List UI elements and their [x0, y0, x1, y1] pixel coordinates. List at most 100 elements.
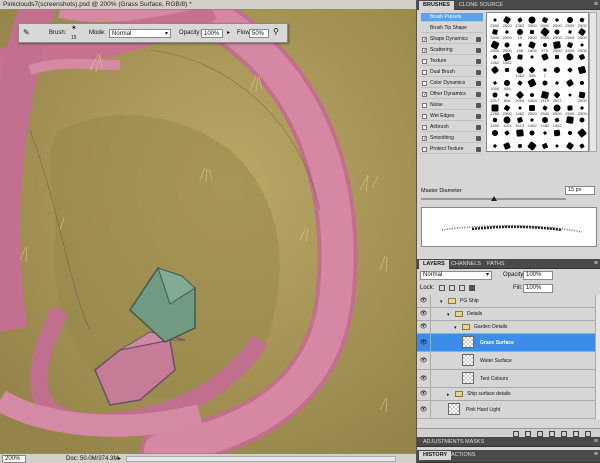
visibility-eye-icon[interactable]: 👁 — [417, 308, 431, 320]
layer-thumbnail[interactable] — [462, 372, 474, 384]
lock-icon[interactable] — [476, 59, 481, 64]
brush-preset[interactable]: 2500 — [577, 15, 589, 27]
lock-icon[interactable] — [476, 136, 481, 141]
brush-preview-icon[interactable]: ✶ — [71, 25, 77, 33]
tab-paths[interactable]: PATHS — [483, 260, 509, 269]
lock-icon[interactable] — [476, 81, 481, 86]
brush-preset[interactable] — [552, 78, 564, 90]
horizontal-scrollbar[interactable] — [126, 456, 396, 462]
canvas-area[interactable] — [0, 10, 416, 453]
brush-preset[interactable]: 2500 — [539, 103, 551, 115]
brush-preset[interactable]: 2500 — [539, 15, 551, 27]
visibility-eye-icon[interactable]: 👁 — [417, 370, 431, 387]
layer-name[interactable]: Ship surface details — [467, 388, 511, 401]
tab-masks[interactable]: MASKS — [461, 438, 488, 447]
visibility-eye-icon[interactable]: 👁 — [417, 401, 431, 418]
lock-icon[interactable] — [476, 70, 481, 75]
brush-preset[interactable]: 7 — [539, 65, 551, 77]
brush-preset[interactable]: 2500 — [489, 15, 501, 27]
layer-name[interactable]: Pink Hard Light — [466, 401, 500, 419]
slider-thumb[interactable] — [491, 196, 497, 201]
brush-preset[interactable] — [577, 116, 589, 128]
brush-preset[interactable]: 2268 — [489, 103, 501, 115]
layer-row[interactable]: 👁 Pink Hard Light — [417, 401, 595, 419]
brush-preset[interactable]: 1462 — [514, 65, 526, 77]
brush-option-item[interactable]: Protect Texture — [421, 145, 483, 154]
document-title-bar[interactable]: Pinkclouds7(screenshots).psd @ 200% (Gra… — [0, 0, 416, 10]
brush-option-item[interactable]: ✓ Other Dynamics — [421, 90, 483, 99]
fill-field[interactable]: 100% — [523, 284, 553, 293]
brush-preset[interactable]: 2500 — [577, 40, 589, 52]
brush-preset[interactable] — [539, 128, 551, 140]
panel-menu-icon[interactable]: ≡ — [594, 0, 598, 9]
doc-size[interactable]: Doc: 50.0M/374.3M — [66, 454, 118, 463]
brush-option-checkbox[interactable] — [422, 81, 427, 86]
brush-preset[interactable]: 1462 — [539, 116, 551, 128]
airbrush-icon[interactable]: ⚲ — [273, 28, 279, 36]
brush-option-item[interactable]: Wet Edges — [421, 112, 483, 121]
brush-option-checkbox[interactable] — [422, 70, 427, 75]
brush-option-item[interactable]: Airbrush — [421, 123, 483, 132]
brush-preset[interactable]: 1104 — [502, 115, 514, 128]
brush-preset[interactable]: 1462 — [489, 53, 501, 65]
layer-row[interactable]: 👁 ▸ Ship surface details — [417, 388, 595, 401]
brush-preset[interactable]: 1462 — [514, 103, 526, 115]
brush-preset[interactable] — [489, 128, 501, 140]
lock-icon[interactable] — [476, 37, 481, 42]
brush-option-checkbox[interactable] — [422, 103, 427, 108]
brush-preset[interactable]: 475 — [539, 40, 551, 52]
brush-preset[interactable]: 2352 — [514, 15, 526, 27]
brush-preset[interactable] — [539, 78, 551, 90]
brush-tool-icon[interactable]: ✎ — [23, 29, 30, 37]
brush-preset[interactable] — [552, 65, 564, 77]
brush-preset[interactable] — [489, 141, 501, 151]
lock-all-icon[interactable] — [469, 285, 475, 291]
layer-thumbnail[interactable] — [462, 354, 474, 366]
brush-preset[interactable]: 2500 — [564, 15, 576, 27]
brush-preset[interactable]: 2500 — [552, 40, 564, 52]
layers-scrollbar[interactable] — [595, 295, 600, 419]
layer-row[interactable]: 👁 ▾ PG Ship — [417, 295, 595, 308]
brush-preset[interactable] — [527, 140, 539, 151]
brush-preset[interactable] — [564, 141, 576, 151]
brush-preset[interactable] — [577, 53, 589, 65]
brush-preset[interactable]: 1464 — [527, 91, 539, 103]
brush-preset[interactable]: 2500 — [502, 40, 514, 52]
brush-preset[interactable] — [552, 53, 564, 65]
brush-preset[interactable] — [564, 128, 576, 140]
brush-preset[interactable]: 2500 — [577, 91, 589, 103]
brush-preset[interactable] — [527, 77, 539, 90]
brush-preset[interactable]: 2500 — [527, 28, 539, 40]
brush-preset[interactable] — [489, 65, 501, 77]
opacity-arrow-icon[interactable]: ▸ — [227, 29, 230, 37]
blend-mode-select[interactable]: Normal — [420, 271, 492, 280]
brush-preset[interactable]: 1000 — [489, 78, 501, 90]
lock-icon[interactable] — [476, 92, 481, 97]
brush-preset[interactable] — [502, 141, 514, 151]
brush-preset[interactable] — [539, 141, 551, 151]
layer-row[interactable]: 👁 Grass Surface — [417, 334, 595, 352]
brush-preset[interactable]: 2500 — [552, 102, 564, 115]
brush-preset[interactable] — [577, 128, 589, 140]
brush-option-checkbox[interactable] — [422, 114, 427, 119]
brush-option-item[interactable]: Dual Brush — [421, 68, 483, 77]
brush-option-item[interactable]: ✓ Smoothing — [421, 134, 483, 143]
brush-preset[interactable]: 15 — [514, 28, 526, 40]
visibility-eye-icon[interactable]: 👁 — [417, 334, 431, 351]
brush-preset[interactable] — [564, 65, 576, 77]
tab-channels[interactable]: CHANNELS — [447, 260, 485, 269]
brush-size[interactable]: 15 — [71, 34, 77, 42]
brush-preset[interactable]: 2500 — [502, 28, 514, 40]
brush-option-checkbox[interactable]: ✓ — [422, 136, 427, 142]
lock-image-icon[interactable] — [449, 285, 455, 291]
layer-name[interactable]: Details — [467, 308, 482, 321]
brush-preset[interactable]: 2119 — [539, 90, 551, 103]
brush-preset[interactable] — [502, 65, 514, 77]
brush-preset[interactable] — [552, 128, 564, 140]
lock-icon[interactable] — [476, 103, 481, 108]
lock-transparency-icon[interactable] — [439, 285, 445, 291]
layer-name[interactable]: Garden Details — [474, 321, 507, 334]
mode-select[interactable]: Normal — [109, 29, 171, 38]
brush-preset[interactable]: 2500 — [502, 103, 514, 115]
master-diameter-field[interactable]: 15 px — [565, 186, 595, 195]
